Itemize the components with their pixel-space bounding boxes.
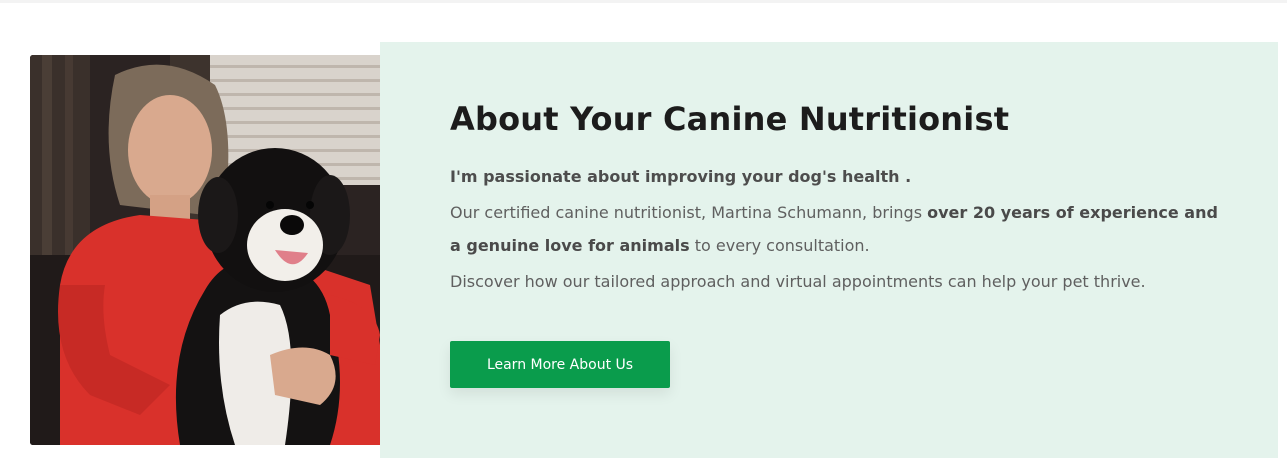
learn-more-button[interactable]: Learn More About Us: [450, 341, 670, 388]
tagline: I'm passionate about improving your dog'…: [450, 167, 912, 186]
intro-text-start: Our certified canine nutritionist, Marti…: [450, 203, 928, 222]
about-content: About Your Canine Nutritionist I'm passi…: [450, 96, 1230, 296]
nutritionist-photo: [30, 55, 380, 445]
intro-text-end: to every consultation.: [689, 236, 870, 255]
intro-paragraph: Our certified canine nutritionist, Marti…: [450, 196, 1230, 262]
discover-paragraph: Discover how our tailored approach and v…: [450, 272, 1146, 291]
top-divider: [0, 0, 1287, 3]
section-heading: About Your Canine Nutritionist: [450, 100, 1010, 138]
